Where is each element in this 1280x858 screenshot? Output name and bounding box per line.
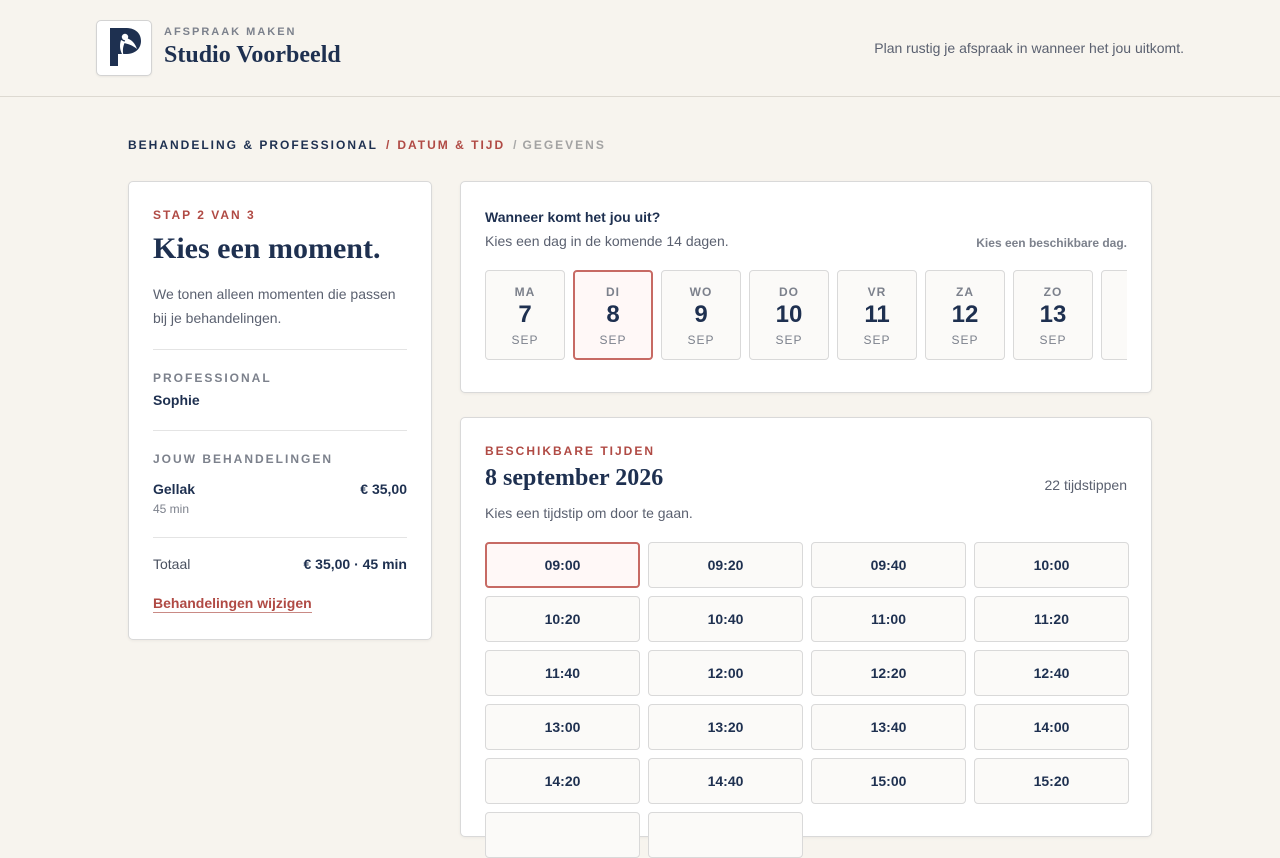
day-month: SEP [511,333,539,347]
edit-treatments-link[interactable]: Behandelingen wijzigen [153,595,312,613]
time-slot[interactable]: 13:40 [811,704,966,750]
professional-name: Sophie [153,392,200,408]
professional-label: PROFESSIONAL [153,371,272,385]
day-option[interactable]: WO 9 SEP [661,270,741,360]
day-month: SEP [599,333,627,347]
day-option[interactable]: ZA 12 SEP [925,270,1005,360]
day-number: 11 [864,301,890,328]
time-slot[interactable]: 09:20 [648,542,803,588]
day-weekday: ZO [1043,285,1063,299]
time-slot[interactable]: 15:00 [811,758,966,804]
breadcrumb-step-treatment[interactable]: BEHANDELING & PROFESSIONAL [128,138,378,152]
breadcrumb-separator: / [386,138,392,152]
pelican-logo-icon [104,24,144,73]
time-slot[interactable]: 14:00 [974,704,1129,750]
time-slots-card: BESCHIKBARE TIJDEN 8 september 2026 22 t… [460,417,1152,858]
breadcrumb-step-datetime: DATUM & TIJD [397,138,506,152]
day-option[interactable] [1101,270,1127,360]
time-slot[interactable]: 12:20 [811,650,966,696]
slot-count: 22 tijdstippen [1044,477,1127,493]
time-slot[interactable] [485,812,640,858]
treatment-duration: 45 min [153,502,190,516]
day-weekday: DO [779,285,799,299]
step-indicator: STAP 2 VAN 3 [153,208,256,222]
divider [153,349,407,350]
time-slot-selected[interactable]: 09:00 [485,542,640,588]
day-month: SEP [687,333,715,347]
day-option[interactable]: VR 11 SEP [837,270,917,360]
time-slot[interactable] [648,812,803,858]
time-slot[interactable]: 10:20 [485,596,640,642]
top-bar: AFSPRAAK MAKEN Studio Voorbeeld Plan rus… [0,0,1280,97]
day-strip[interactable]: MA 7 SEP DI 8 SEP WO 9 SEP DO 10 SEP VR 11 SEP ZA 1… [485,270,1127,362]
day-month: SEP [1039,333,1067,347]
breadcrumb: BEHANDELING & PROFESSIONAL / DATUM & TIJD /… [128,138,606,152]
day-weekday: ZA [956,285,974,299]
summary-panel: STAP 2 VAN 3 Kies een moment. We tonen a… [128,181,432,640]
time-slot[interactable]: 15:20 [974,758,1129,804]
time-slot[interactable]: 11:00 [811,596,966,642]
date-question: Wanneer komt het jou uit? [485,209,661,225]
time-slot[interactable]: 14:40 [648,758,803,804]
date-picker-card: Wanneer komt het jou uit? Kies een dag i… [460,181,1152,393]
selected-date-heading: 8 september 2026 [485,465,664,491]
time-slot[interactable]: 13:00 [485,704,640,750]
day-option[interactable]: MA 7 SEP [485,270,565,360]
day-option[interactable]: ZO 13 SEP [1013,270,1093,360]
day-number: 8 [606,301,620,328]
treatment-name: Gellak [153,481,196,497]
day-number: 10 [775,301,803,328]
time-slot-grid: 09:00 09:20 09:40 10:00 10:20 10:40 11:0… [485,542,1129,858]
treatment-price: € 35,00 [360,481,407,497]
day-option-selected[interactable]: DI 8 SEP [573,270,653,360]
time-slot[interactable]: 12:40 [974,650,1129,696]
page-title: Kies een moment. [153,232,381,265]
breadcrumb-step-details: GEGEVENS [522,138,606,152]
time-slot[interactable]: 11:20 [974,596,1129,642]
date-subtitle: Kies een dag in de komende 14 dagen. [485,233,729,249]
day-option[interactable]: DO 10 SEP [749,270,829,360]
time-slot[interactable]: 13:20 [648,704,803,750]
day-month: SEP [863,333,891,347]
day-month: SEP [775,333,803,347]
times-subtitle: Kies een tijdstip om door te gaan. [485,505,693,521]
day-number: 12 [951,301,979,328]
time-slot[interactable]: 10:40 [648,596,803,642]
day-weekday: VR [867,285,887,299]
total-value: € 35,00 · 45 min [303,556,407,572]
day-weekday: MA [514,285,536,299]
total-label: Totaal [153,556,191,572]
day-number: 7 [518,301,532,328]
time-slot[interactable]: 11:40 [485,650,640,696]
time-slot[interactable]: 09:40 [811,542,966,588]
time-slot[interactable]: 10:00 [974,542,1129,588]
divider [153,537,407,538]
times-kicker: BESCHIKBARE TIJDEN [485,444,656,458]
header-tagline: Plan rustig je afspraak in wanneer het j… [874,40,1184,56]
brand-name: Studio Voorbeeld [164,42,341,68]
day-number: 9 [694,301,708,328]
time-slot[interactable]: 14:20 [485,758,640,804]
panel-description: We tonen alleen momenten die passen bij … [153,286,396,326]
breadcrumb-separator: / [513,138,519,152]
day-weekday: DI [606,285,620,299]
day-number: 13 [1039,301,1067,328]
studio-logo[interactable] [96,20,152,76]
day-weekday: WO [689,285,713,299]
divider [153,430,407,431]
header-kicker: AFSPRAAK MAKEN [164,26,297,38]
date-hint: Kies een beschikbare dag. [976,236,1127,250]
day-month: SEP [951,333,979,347]
time-slot[interactable]: 12:00 [648,650,803,696]
treatments-label: JOUW BEHANDELINGEN [153,452,334,466]
